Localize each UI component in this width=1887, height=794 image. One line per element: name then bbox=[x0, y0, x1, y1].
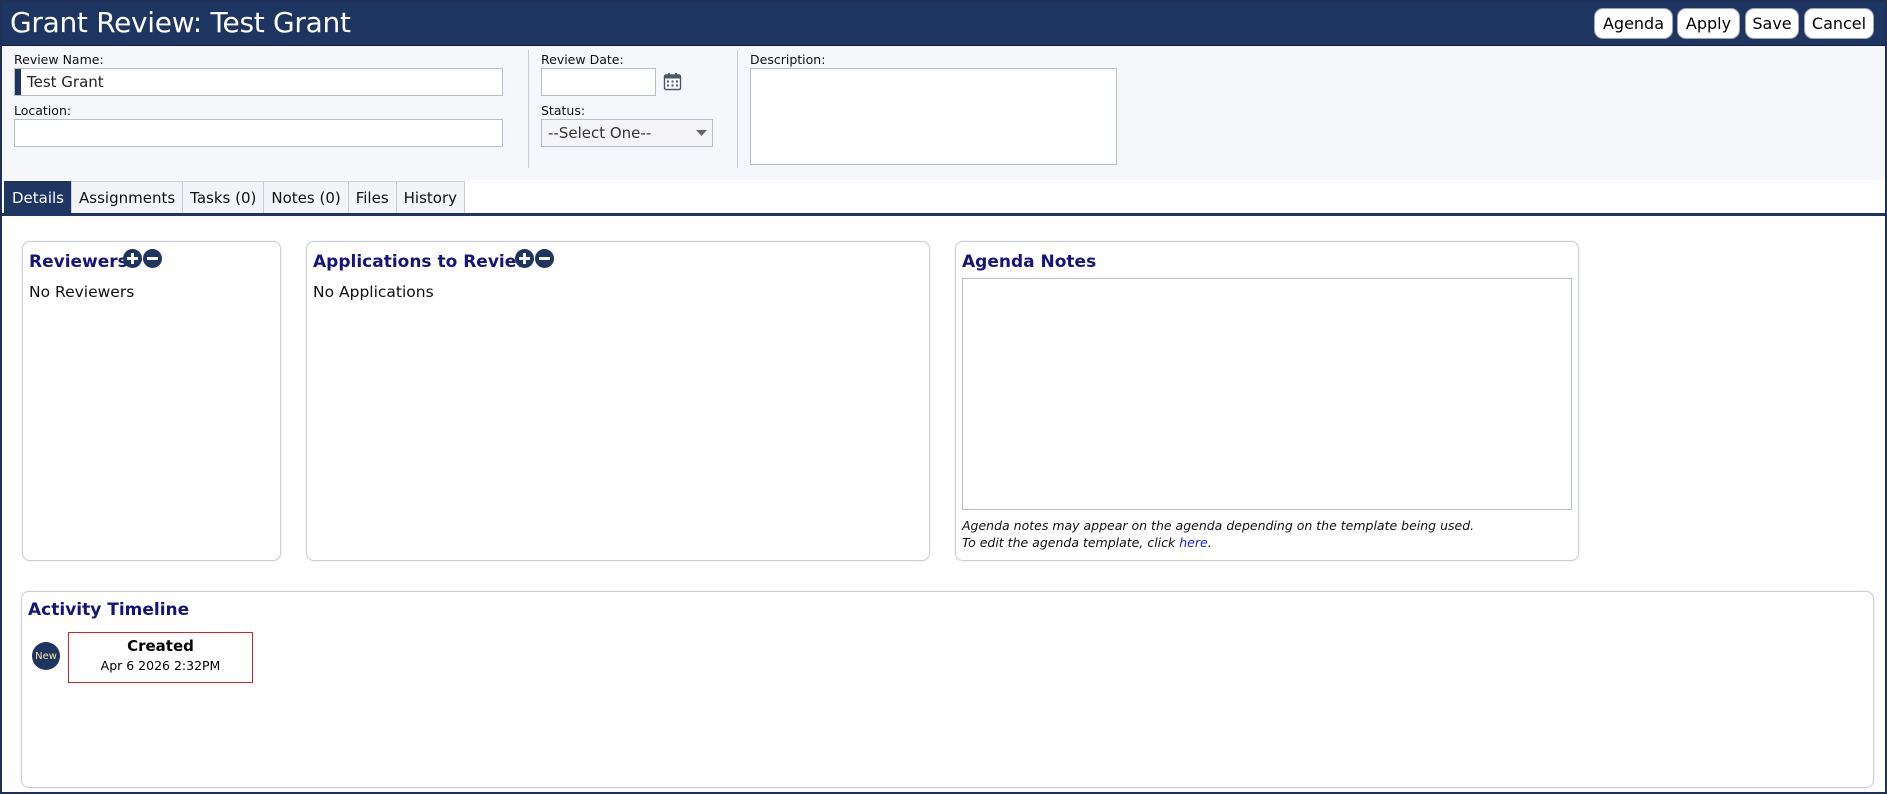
reviewers-title: Reviewers bbox=[29, 252, 128, 272]
divider bbox=[528, 50, 529, 168]
activity-timeline-title: Activity Timeline bbox=[28, 600, 190, 620]
status-label: Status: bbox=[541, 103, 586, 118]
agenda-template-hint-text: To edit the agenda template, click bbox=[962, 535, 1180, 550]
event-title: Created bbox=[127, 637, 194, 655]
app-window: Grant Review: Test Grant Agenda Apply Sa… bbox=[0, 0, 1887, 794]
agenda-notes-hint: Agenda notes may appear on the agenda de… bbox=[962, 518, 1475, 533]
tab-underline bbox=[2, 213, 1885, 216]
tab-assignments[interactable]: Assignments bbox=[71, 181, 184, 214]
title-bar: Grant Review: Test Grant Agenda Apply Sa… bbox=[2, 2, 1885, 46]
reviewers-panel: Reviewers No Reviewers bbox=[22, 241, 281, 561]
tab-notes[interactable]: Notes (0) bbox=[263, 181, 349, 214]
agenda-notes-panel: Agenda Notes Agenda notes may appear on … bbox=[955, 241, 1579, 561]
applications-empty-text: No Applications bbox=[313, 283, 434, 301]
agenda-template-hint: To edit the agenda template, click here. bbox=[962, 535, 1212, 550]
activity-timeline-panel: Activity Timeline New Created Apr 6 2026… bbox=[21, 591, 1874, 788]
description-label: Description: bbox=[750, 52, 826, 67]
calendar-icon[interactable] bbox=[663, 72, 682, 91]
add-reviewer-icon[interactable] bbox=[123, 249, 142, 268]
description-textarea[interactable] bbox=[750, 68, 1117, 165]
location-label: Location: bbox=[14, 103, 72, 118]
review-form: Review Name: Test Grant Location: Review… bbox=[2, 46, 1885, 180]
tab-tasks[interactable]: Tasks (0) bbox=[182, 181, 265, 214]
tab-history[interactable]: History bbox=[395, 181, 466, 214]
status-select[interactable]: --Select One-- bbox=[541, 119, 713, 147]
divider bbox=[737, 50, 738, 168]
review-name-field[interactable]: Test Grant bbox=[14, 68, 503, 96]
applications-panel: Applications to Review No Applications bbox=[306, 241, 930, 561]
remove-reviewer-icon[interactable] bbox=[143, 249, 162, 268]
review-name-value: Test Grant bbox=[27, 73, 104, 91]
tab-files[interactable]: Files bbox=[347, 181, 397, 214]
apply-button[interactable]: Apply bbox=[1677, 8, 1740, 39]
required-indicator bbox=[15, 69, 21, 95]
agenda-notes-textarea[interactable] bbox=[962, 278, 1572, 510]
agenda-button[interactable]: Agenda bbox=[1594, 8, 1673, 39]
page-title: Grant Review: Test Grant bbox=[10, 6, 351, 39]
review-date-label: Review Date: bbox=[541, 52, 624, 67]
event-date: Apr 6 2026 2:32PM bbox=[100, 658, 221, 673]
agenda-template-link[interactable]: here bbox=[1179, 535, 1207, 550]
remove-application-icon[interactable] bbox=[535, 249, 554, 268]
tab-details[interactable]: Details bbox=[4, 181, 73, 214]
review-name-label: Review Name: bbox=[14, 52, 104, 67]
reviewers-empty-text: No Reviewers bbox=[29, 283, 135, 301]
status-selected-value: --Select One-- bbox=[548, 124, 652, 142]
agenda-template-hint-suffix: . bbox=[1207, 535, 1212, 550]
cancel-button[interactable]: Cancel bbox=[1804, 8, 1874, 39]
tab-bar: Details Assignments Tasks (0) Notes (0) … bbox=[4, 181, 466, 214]
review-date-field[interactable] bbox=[541, 68, 656, 96]
add-application-icon[interactable] bbox=[515, 249, 534, 268]
location-field[interactable] bbox=[14, 119, 503, 147]
timeline-event[interactable]: Created Apr 6 2026 2:32PM bbox=[68, 632, 253, 683]
agenda-notes-title: Agenda Notes bbox=[962, 252, 1097, 272]
save-button[interactable]: Save bbox=[1745, 8, 1799, 39]
new-badge: New bbox=[32, 642, 60, 670]
chevron-down-icon bbox=[696, 130, 707, 136]
applications-title: Applications to Review bbox=[313, 252, 532, 272]
